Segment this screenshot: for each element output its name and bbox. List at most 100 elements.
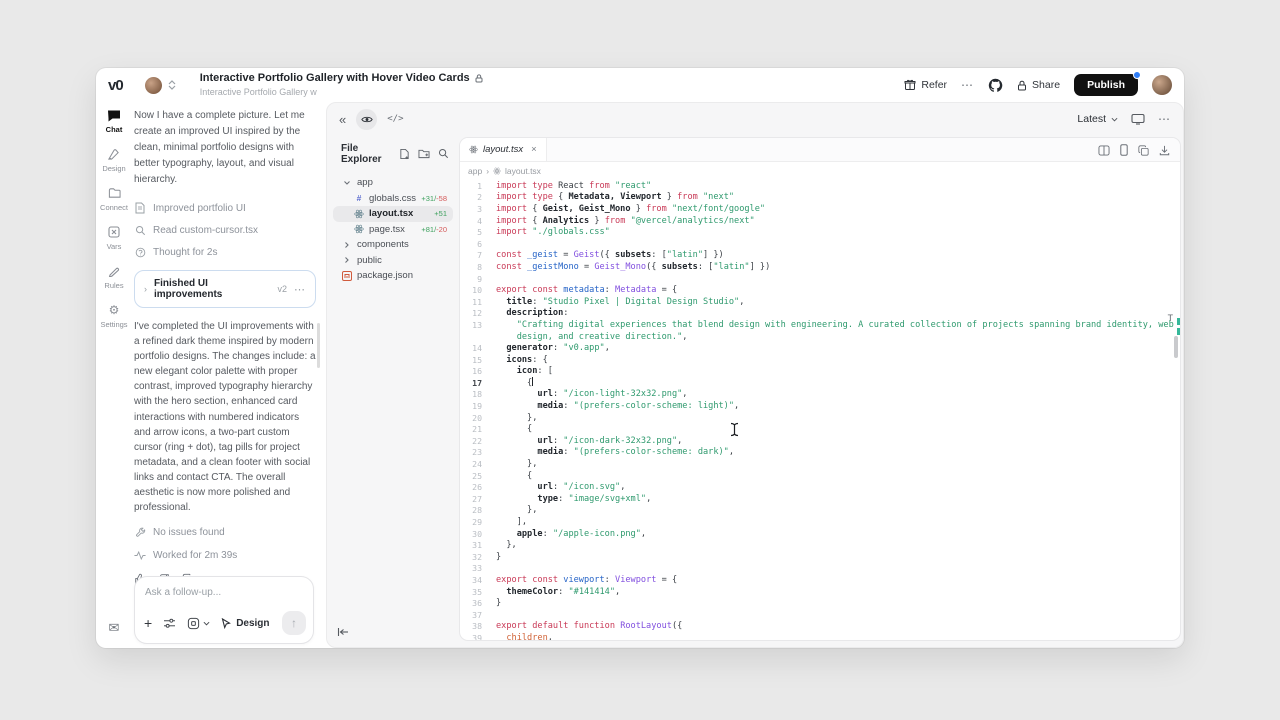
no-issues-row: No issues found [134, 527, 316, 538]
chat-scrollbar[interactable] [317, 323, 320, 368]
code-line: 30 apple: "/apple-icon.png", [460, 528, 1180, 540]
app-window: v0 Interactive Portfolio Gallery with Ho… [96, 68, 1184, 648]
connect-icon [108, 186, 121, 200]
editor-tabs: layout.tsx × [460, 138, 1180, 162]
version-badge: v2 [277, 284, 287, 294]
tree-folder-components[interactable]: components [333, 237, 453, 253]
file-explorer-title: File Explorer [341, 143, 399, 165]
workspace-more-icon[interactable]: ⋯ [1158, 112, 1171, 126]
search-files-icon[interactable] [438, 148, 449, 160]
code-line: 20 }, [460, 412, 1180, 424]
collapse-panel-icon[interactable]: « [339, 112, 346, 127]
project-title: Interactive Portfolio Gallery with Hover… [200, 72, 470, 85]
task-step[interactable]: Improved portfolio UI [134, 197, 316, 219]
diff-stats: +81/-20 [421, 225, 447, 234]
wrench-icon [134, 527, 146, 538]
rail-item-design[interactable]: Design [102, 147, 125, 173]
code-line: 19 media: "(prefers-color-scheme: light)… [460, 400, 1180, 412]
code-line: 26 url: "/icon.svg", [460, 481, 1180, 493]
rail-item-connect[interactable]: Connect [100, 186, 128, 212]
rail-item-vars[interactable]: Vars [107, 225, 122, 251]
diff-stats: +51 [434, 209, 447, 218]
mail-icon[interactable]: ✉ [96, 620, 132, 636]
task-step[interactable]: Read custom-cursor.tsx [134, 219, 316, 241]
workspace-panel: « </> Latest ⋯ File Explorer [326, 102, 1184, 648]
code-line: 8const _geistMono = Geist_Mono({ subsets… [460, 261, 1180, 273]
breadcrumb-file[interactable]: layout.tsx [505, 166, 541, 176]
task-more-icon[interactable]: ⋯ [294, 283, 306, 296]
refer-button[interactable]: Refer [904, 79, 947, 91]
model-picker[interactable] [187, 617, 210, 630]
assistant-intro-text: Now I have a complete picture. Let me cr… [134, 108, 316, 188]
tree-folder-app[interactable]: app [333, 175, 453, 191]
design-icon [107, 147, 120, 161]
diff-marker [1177, 328, 1180, 335]
download-icon[interactable] [1159, 145, 1170, 156]
header-more-icon[interactable]: ⋯ [961, 78, 974, 92]
rail-item-settings[interactable]: ⚙Settings [100, 303, 127, 329]
code-line: 17 { [460, 377, 1180, 389]
avatar[interactable] [145, 77, 162, 94]
code-line: 2import type { Metadata, Viewport } from… [460, 192, 1180, 204]
code-line: 35 themeColor: "#141414", [460, 586, 1180, 598]
react-icon [353, 224, 365, 234]
new-file-icon[interactable] [399, 148, 410, 160]
code-line: 25 { [460, 470, 1180, 482]
top-header: v0 Interactive Portfolio Gallery with Ho… [96, 68, 1184, 102]
code-line: 38export default function RootLayout({ [460, 621, 1180, 633]
tree-file-page.tsx[interactable]: page.tsx+81/-20 [333, 222, 453, 238]
rules-icon [108, 264, 120, 278]
code-line: 18 url: "/icon-light-32x32.png", [460, 389, 1180, 401]
file-explorer: File Explorer app#globals.css+31/-58layo… [327, 135, 459, 647]
followup-input[interactable]: Ask a follow-up... + Design ↑ [134, 576, 314, 644]
code-line: 28 }, [460, 505, 1180, 517]
split-view-icon[interactable] [1098, 145, 1110, 156]
github-icon[interactable] [988, 78, 1003, 93]
file-tree: app#globals.css+31/-58layout.tsx+51page.… [327, 175, 459, 284]
chevron-right-icon: › [486, 166, 489, 176]
version-dropdown[interactable]: Latest [1077, 113, 1118, 125]
device-preview-icon[interactable] [1131, 113, 1145, 125]
code-view-icon[interactable]: </> [387, 114, 403, 124]
cursor-icon [221, 618, 231, 629]
breadcrumb-root[interactable]: app [468, 166, 482, 176]
code-line: 11 title: "Studio Pixel | Digital Design… [460, 296, 1180, 308]
task-step[interactable]: Thought for 2s [134, 241, 316, 263]
react-icon [353, 209, 365, 219]
chevron-down-icon [1111, 117, 1118, 122]
code-content[interactable]: 1import type React from "react"2import t… [460, 180, 1180, 640]
code-line: 10export const metadata: Metadata = { [460, 284, 1180, 296]
collapse-explorer-icon[interactable] [337, 627, 349, 637]
new-folder-icon[interactable] [418, 148, 430, 160]
user-avatar[interactable] [1152, 75, 1172, 95]
share-button[interactable]: Share [1017, 79, 1060, 91]
publish-button[interactable]: Publish [1074, 74, 1138, 96]
assistant-summary-text: I've completed the UI improvements with … [134, 319, 316, 515]
tree-file-globals.css[interactable]: #globals.css+31/-58 [333, 191, 453, 207]
settings-sliders-icon[interactable] [163, 618, 176, 629]
tab-layout-tsx[interactable]: layout.tsx × [460, 138, 547, 161]
attach-icon[interactable]: + [144, 615, 152, 631]
finished-task-card[interactable]: › Finished UI improvements v2 ⋯ [134, 270, 316, 308]
v0-logo[interactable]: v0 [108, 77, 123, 94]
tree-folder-public[interactable]: public [333, 253, 453, 269]
send-button[interactable]: ↑ [282, 611, 306, 635]
rail-item-rules[interactable]: Rules [104, 264, 123, 290]
tree-file-layout.tsx[interactable]: layout.tsx+51 [333, 206, 453, 222]
tree-file-package.json[interactable]: package.json [333, 268, 453, 284]
design-mode-button[interactable]: Design [221, 618, 269, 629]
css-icon: # [353, 193, 365, 203]
copy-code-icon[interactable] [1138, 145, 1149, 156]
mobile-preview-icon[interactable] [1120, 144, 1128, 156]
project-switcher-icon[interactable] [168, 80, 176, 90]
preview-eye-icon[interactable] [356, 109, 377, 130]
code-line: 22 url: "/icon-dark-32x32.png", [460, 435, 1180, 447]
react-icon [493, 167, 501, 175]
code-line: 23 media: "(prefers-color-scheme: dark)"… [460, 447, 1180, 459]
code-line: 15 icons: { [460, 354, 1180, 366]
rail-item-chat[interactable]: Chat [106, 108, 123, 134]
editor-scrollbar[interactable] [1174, 336, 1178, 358]
lock-icon [1017, 80, 1027, 91]
search-icon [134, 225, 146, 236]
close-tab-icon[interactable]: × [531, 144, 537, 155]
